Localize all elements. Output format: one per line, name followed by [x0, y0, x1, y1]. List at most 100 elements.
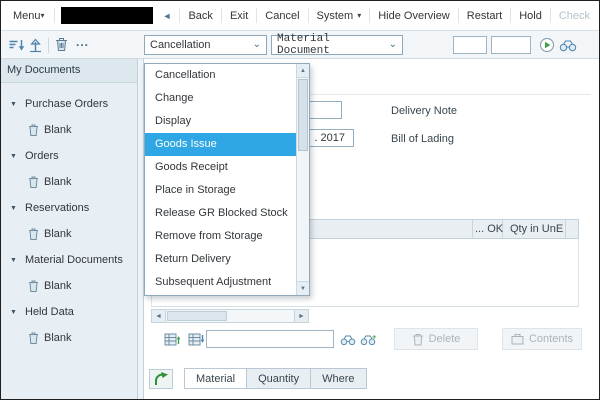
tree-expand-icon[interactable]: ▼: [10, 309, 19, 316]
menu-item-release-gr-blocked-stock[interactable]: Release GR Blocked Stock: [145, 202, 296, 225]
divider: [54, 8, 55, 23]
tree-expand-icon[interactable]: ▼: [10, 101, 19, 108]
chevron-down-icon: ⌄: [253, 40, 261, 50]
divider: [550, 8, 551, 23]
trash-icon[interactable]: [55, 37, 68, 52]
tree-group-orders[interactable]: ▼ Orders: [1, 143, 137, 169]
divider: [510, 8, 511, 23]
find-next-icon[interactable]: [360, 334, 376, 346]
back-button[interactable]: Back: [182, 2, 218, 30]
tree-group-reservations[interactable]: ▼ Reservations: [1, 195, 137, 221]
delete-button[interactable]: Delete: [394, 328, 478, 350]
sort-descending-icon[interactable]: [8, 38, 25, 53]
tree-group-material-documents[interactable]: ▼ Material Documents: [1, 247, 137, 273]
tab-material[interactable]: Material: [184, 368, 247, 389]
tree-item-blank[interactable]: Blank: [1, 221, 137, 247]
column-divider: [565, 220, 566, 238]
menu-item-return-delivery[interactable]: Return Delivery: [145, 248, 296, 271]
bin-icon: [28, 176, 39, 188]
scrollbar-track[interactable]: [166, 310, 294, 322]
trash-icon: [412, 333, 424, 346]
bin-icon: [28, 280, 39, 292]
tree-group-purchase-orders[interactable]: ▼ Purchase Orders: [1, 91, 137, 117]
menu-item-place-in-storage[interactable]: Place in Storage: [145, 179, 296, 202]
tree-expand-icon[interactable]: ▼: [10, 153, 19, 160]
detail-tabs-row: Material Quantity Where: [144, 367, 599, 391]
chevron-down-icon: ⌄: [389, 40, 397, 50]
box-icon: [511, 333, 524, 345]
tree-item-label: Blank: [44, 176, 72, 188]
tree-expand-icon[interactable]: ▼: [10, 257, 19, 264]
cancel-button[interactable]: Cancel: [259, 2, 305, 30]
column-header-ok[interactable]: ... OK: [475, 220, 503, 238]
table-layout-icon[interactable]: [164, 332, 181, 347]
divider: [179, 8, 180, 23]
command-field[interactable]: [61, 7, 153, 24]
action-combo[interactable]: Cancellation ⌄: [144, 35, 267, 55]
toolbar-field-2[interactable]: [491, 36, 531, 54]
refdoc-combo[interactable]: Material Document ⌄: [271, 35, 403, 55]
hold-button[interactable]: Hold: [513, 2, 548, 30]
tree-group-held-data[interactable]: ▼ Held Data: [1, 299, 137, 325]
delivery-note-label: Delivery Note: [391, 105, 457, 117]
app-toolbar: ... Cancellation ⌄ Material Document ⌄: [1, 31, 599, 59]
bin-icon: [28, 332, 39, 344]
menu-item-change[interactable]: Change: [145, 87, 296, 110]
check-button[interactable]: Check: [553, 2, 596, 30]
scroll-right-icon[interactable]: ►: [294, 310, 308, 322]
tree-group-label: Held Data: [25, 306, 74, 318]
tree-group-label: Orders: [25, 150, 59, 162]
column-header-qty[interactable]: Qty in UnE: [510, 220, 563, 238]
exit-button[interactable]: Exit: [224, 2, 254, 30]
tree-item-blank[interactable]: Blank: [1, 325, 137, 351]
system-button[interactable]: System ▾: [311, 2, 368, 30]
detail-tabs: Material Quantity Where: [184, 368, 367, 389]
tree-item-label: Blank: [44, 124, 72, 136]
divider: [221, 8, 222, 23]
tree-group-label: Reservations: [25, 202, 89, 214]
scroll-left-icon[interactable]: ◄: [152, 310, 166, 322]
sort-ascending-icon[interactable]: [28, 38, 43, 53]
horizontal-scrollbar[interactable]: ◄ ►: [151, 309, 309, 323]
scroll-up-icon[interactable]: ▲: [297, 64, 309, 78]
tree-expand-icon[interactable]: ▼: [10, 205, 19, 212]
menu-item-subsequent-adjustment[interactable]: Subsequent Adjustment: [145, 271, 296, 294]
divider: [308, 8, 309, 23]
toolbar-field-1[interactable]: [453, 36, 487, 54]
dropdown-scrollbar[interactable]: ▲ ▼: [296, 64, 309, 295]
menu-item-display[interactable]: Display: [145, 110, 296, 133]
detail-toggle-button[interactable]: [149, 369, 173, 389]
menu-button[interactable]: Menu ▾: [6, 1, 52, 30]
more-options-icon[interactable]: ...: [76, 35, 89, 49]
bin-icon: [28, 124, 39, 136]
execute-icon[interactable]: [539, 37, 555, 53]
menu-item-remove-from-storage[interactable]: Remove from Storage: [145, 225, 296, 248]
menu-item-goods-receipt[interactable]: Goods Receipt: [145, 156, 296, 179]
tree-item-blank[interactable]: Blank: [1, 117, 137, 143]
column-divider: [472, 220, 473, 238]
green-arrow-icon: [153, 372, 169, 386]
menu-item-cancellation[interactable]: Cancellation: [145, 64, 296, 87]
item-toolbar: Delete Contents: [144, 327, 599, 353]
tree-item-blank[interactable]: Blank: [1, 273, 137, 299]
sidebar-title: My Documents: [1, 59, 137, 83]
tree-item-blank[interactable]: Blank: [1, 169, 137, 195]
tab-quantity[interactable]: Quantity: [247, 368, 311, 389]
item-search-input[interactable]: [206, 330, 334, 348]
documents-tree: ▼ Purchase Orders Blank ▼ Orders Blank ▼…: [1, 83, 137, 351]
scroll-down-icon[interactable]: ▼: [297, 281, 309, 295]
menu-item-goods-issue[interactable]: Goods Issue: [145, 133, 296, 156]
chevron-down-icon: ▾: [41, 11, 45, 20]
tree-item-label: Blank: [44, 332, 72, 344]
find-icon[interactable]: [340, 334, 356, 346]
binoculars-icon[interactable]: [559, 39, 577, 52]
hide-overview-button[interactable]: Hide Overview: [372, 2, 456, 30]
scrollbar-thumb[interactable]: [298, 79, 308, 151]
scrollbar-thumb[interactable]: [167, 311, 227, 321]
contents-button[interactable]: Contents: [502, 328, 582, 350]
restart-button[interactable]: Restart: [461, 2, 508, 30]
system-label: System: [317, 2, 354, 30]
table-filter-icon[interactable]: [188, 332, 205, 347]
collapse-left-icon[interactable]: ◄: [157, 11, 178, 21]
tab-where[interactable]: Where: [311, 368, 366, 389]
